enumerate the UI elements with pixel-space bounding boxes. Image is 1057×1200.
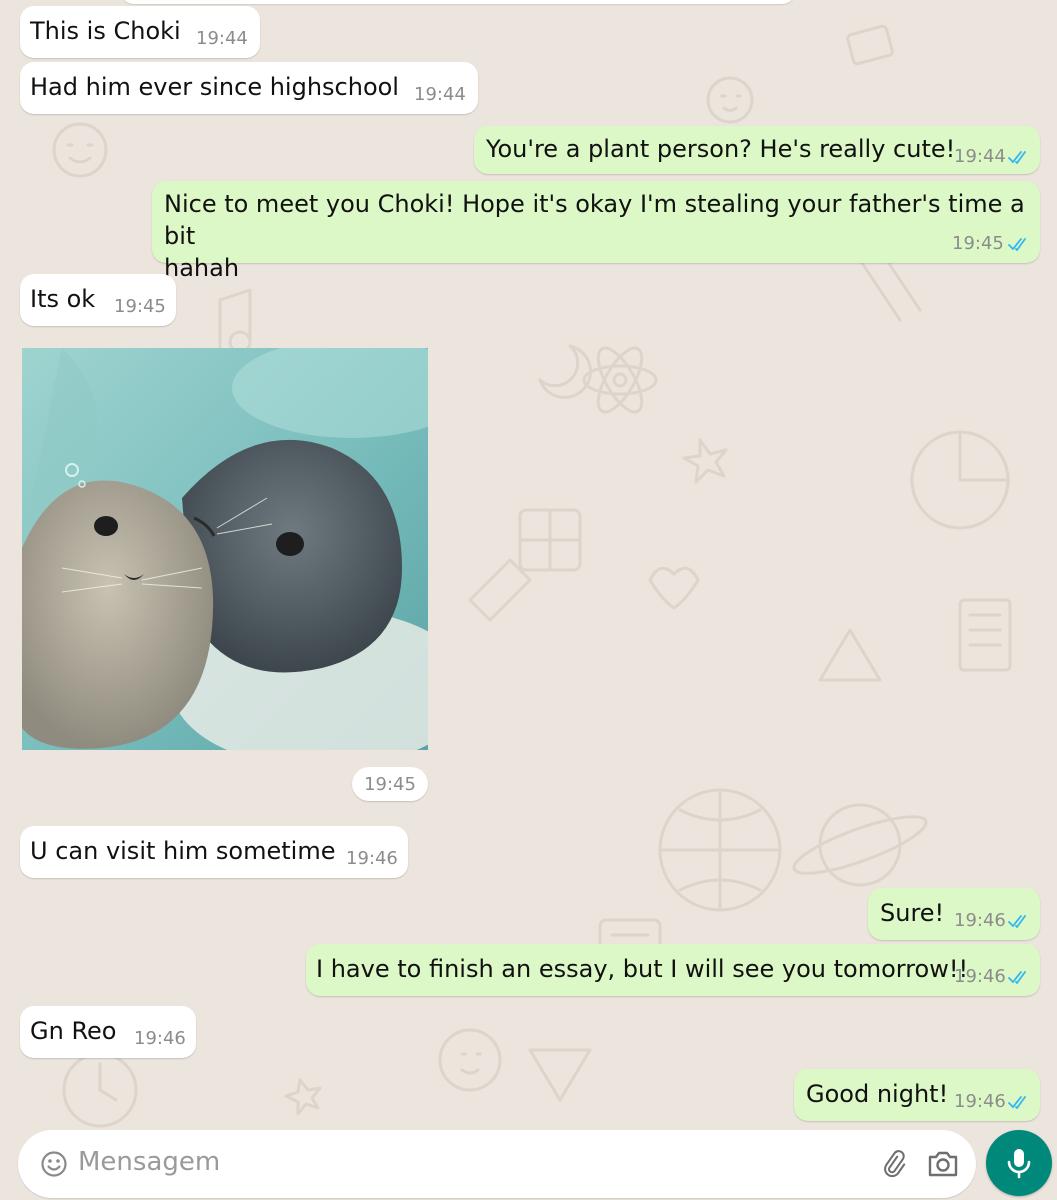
outgoing-message-bubble[interactable]: I have to finish an essay, but I will se…: [306, 944, 1040, 996]
message-text: Had him ever since highschool: [30, 73, 399, 101]
message-composer[interactable]: Mensagem: [18, 1130, 976, 1198]
previous-message-bubble: [120, 0, 796, 4]
incoming-message-bubble[interactable]: U can visit him sometime 19:46: [20, 826, 408, 878]
message-text: Its ok: [30, 285, 96, 313]
message-text: This is Choki: [30, 17, 181, 45]
message-text: You're a plant person? He's really cute!: [486, 135, 956, 163]
message-time: 19:46: [134, 1028, 186, 1049]
incoming-message-bubble[interactable]: Had him ever since highschool 19:44: [20, 62, 478, 114]
outgoing-message-bubble[interactable]: You're a plant person? He's really cute!…: [474, 126, 1040, 174]
message-time: 19:45: [364, 774, 416, 795]
message-time: 19:45: [114, 296, 166, 317]
message-text: U can visit him sometime: [30, 837, 336, 865]
image-time-pill: 19:45: [352, 767, 428, 801]
seal-photo[interactable]: [22, 348, 428, 750]
paperclip-icon[interactable]: [878, 1148, 910, 1180]
emoji-icon[interactable]: [40, 1150, 68, 1178]
outgoing-message-bubble[interactable]: Good night! 19:46: [794, 1069, 1040, 1121]
message-time: 19:46: [954, 1091, 1006, 1112]
outgoing-message-bubble[interactable]: Nice to meet you Choki! Hope it's okay I…: [152, 181, 1040, 282]
outgoing-message-bubble[interactable]: Sure! 19:46: [868, 888, 1040, 940]
microphone-button[interactable]: [986, 1130, 1052, 1196]
message-text: I have to finish an essay, but I will se…: [316, 955, 969, 983]
incoming-message-bubble[interactable]: Gn Reo 19:46: [20, 1006, 196, 1058]
incoming-message-bubble[interactable]: Its ok 19:45: [20, 274, 176, 326]
message-time: 19:46: [954, 966, 1006, 987]
message-time: 19:44: [954, 146, 1006, 167]
message-text: Sure!: [880, 899, 945, 927]
message-time: 19:44: [196, 28, 248, 49]
double-check-icon: [1008, 238, 1026, 251]
message-time: 19:44: [414, 84, 466, 105]
microphone-icon: [1007, 1149, 1031, 1179]
double-check-icon: [1008, 1096, 1026, 1109]
double-check-icon: [1008, 915, 1026, 928]
message-list[interactable]: This is Choki 19:44 Had him ever since h…: [0, 0, 1057, 1121]
camera-icon[interactable]: [926, 1148, 960, 1180]
message-time: 19:45: [952, 233, 1004, 254]
double-check-icon: [1008, 971, 1026, 984]
message-text: Gn Reo: [30, 1017, 117, 1045]
double-check-icon: [1008, 151, 1026, 164]
message-text: Nice to meet you Choki! Hope it's okay I…: [164, 190, 1025, 282]
incoming-message-bubble[interactable]: This is Choki 19:44: [20, 6, 260, 58]
message-text: Good night!: [806, 1080, 949, 1108]
seal-photo-image: [22, 348, 428, 750]
message-time: 19:46: [954, 910, 1006, 931]
message-time: 19:46: [346, 848, 398, 869]
message-input[interactable]: Mensagem: [78, 1147, 220, 1177]
